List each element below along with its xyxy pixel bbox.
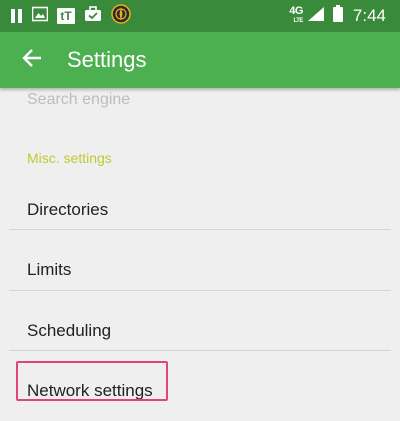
divider xyxy=(9,290,391,291)
lte-data-icon: 4G LTE xyxy=(289,6,303,26)
divider xyxy=(9,350,391,351)
app-bar: Settings xyxy=(0,32,400,88)
setting-item-label: Limits xyxy=(27,260,72,279)
battery-icon xyxy=(332,5,343,27)
page-title: Settings xyxy=(67,47,147,72)
tt-app-icon: tT xyxy=(57,8,75,24)
divider xyxy=(9,229,391,230)
highlight-box xyxy=(16,361,168,401)
pause-icon xyxy=(10,9,23,23)
category-header: Misc. settings xyxy=(27,150,112,166)
notification-icons: tT xyxy=(10,3,140,29)
compass-icon xyxy=(111,3,131,29)
arrow-back-icon xyxy=(21,47,43,74)
signal-icon xyxy=(307,6,325,27)
briefcase-check-icon xyxy=(84,5,102,27)
setting-item-scheduling[interactable]: Scheduling xyxy=(0,301,400,361)
setting-item-limits[interactable]: Limits xyxy=(0,240,400,300)
setting-item-directories[interactable]: Directories xyxy=(0,180,400,240)
system-icons: 4G LTE 7:44 xyxy=(289,4,386,28)
setting-item-label: Directories xyxy=(27,200,109,219)
setting-item-label: Scheduling xyxy=(27,321,112,340)
status-time: 7:44 xyxy=(352,6,386,25)
setting-item-search-engine[interactable]: Search engine xyxy=(27,90,130,110)
back-button[interactable] xyxy=(12,40,52,80)
settings-list: Search engine Misc. settings Directories… xyxy=(0,88,400,404)
image-icon xyxy=(31,6,49,27)
status-bar: tT 4G LTE 7:44 xyxy=(0,0,400,32)
network-sub-label: LTE xyxy=(293,18,304,24)
